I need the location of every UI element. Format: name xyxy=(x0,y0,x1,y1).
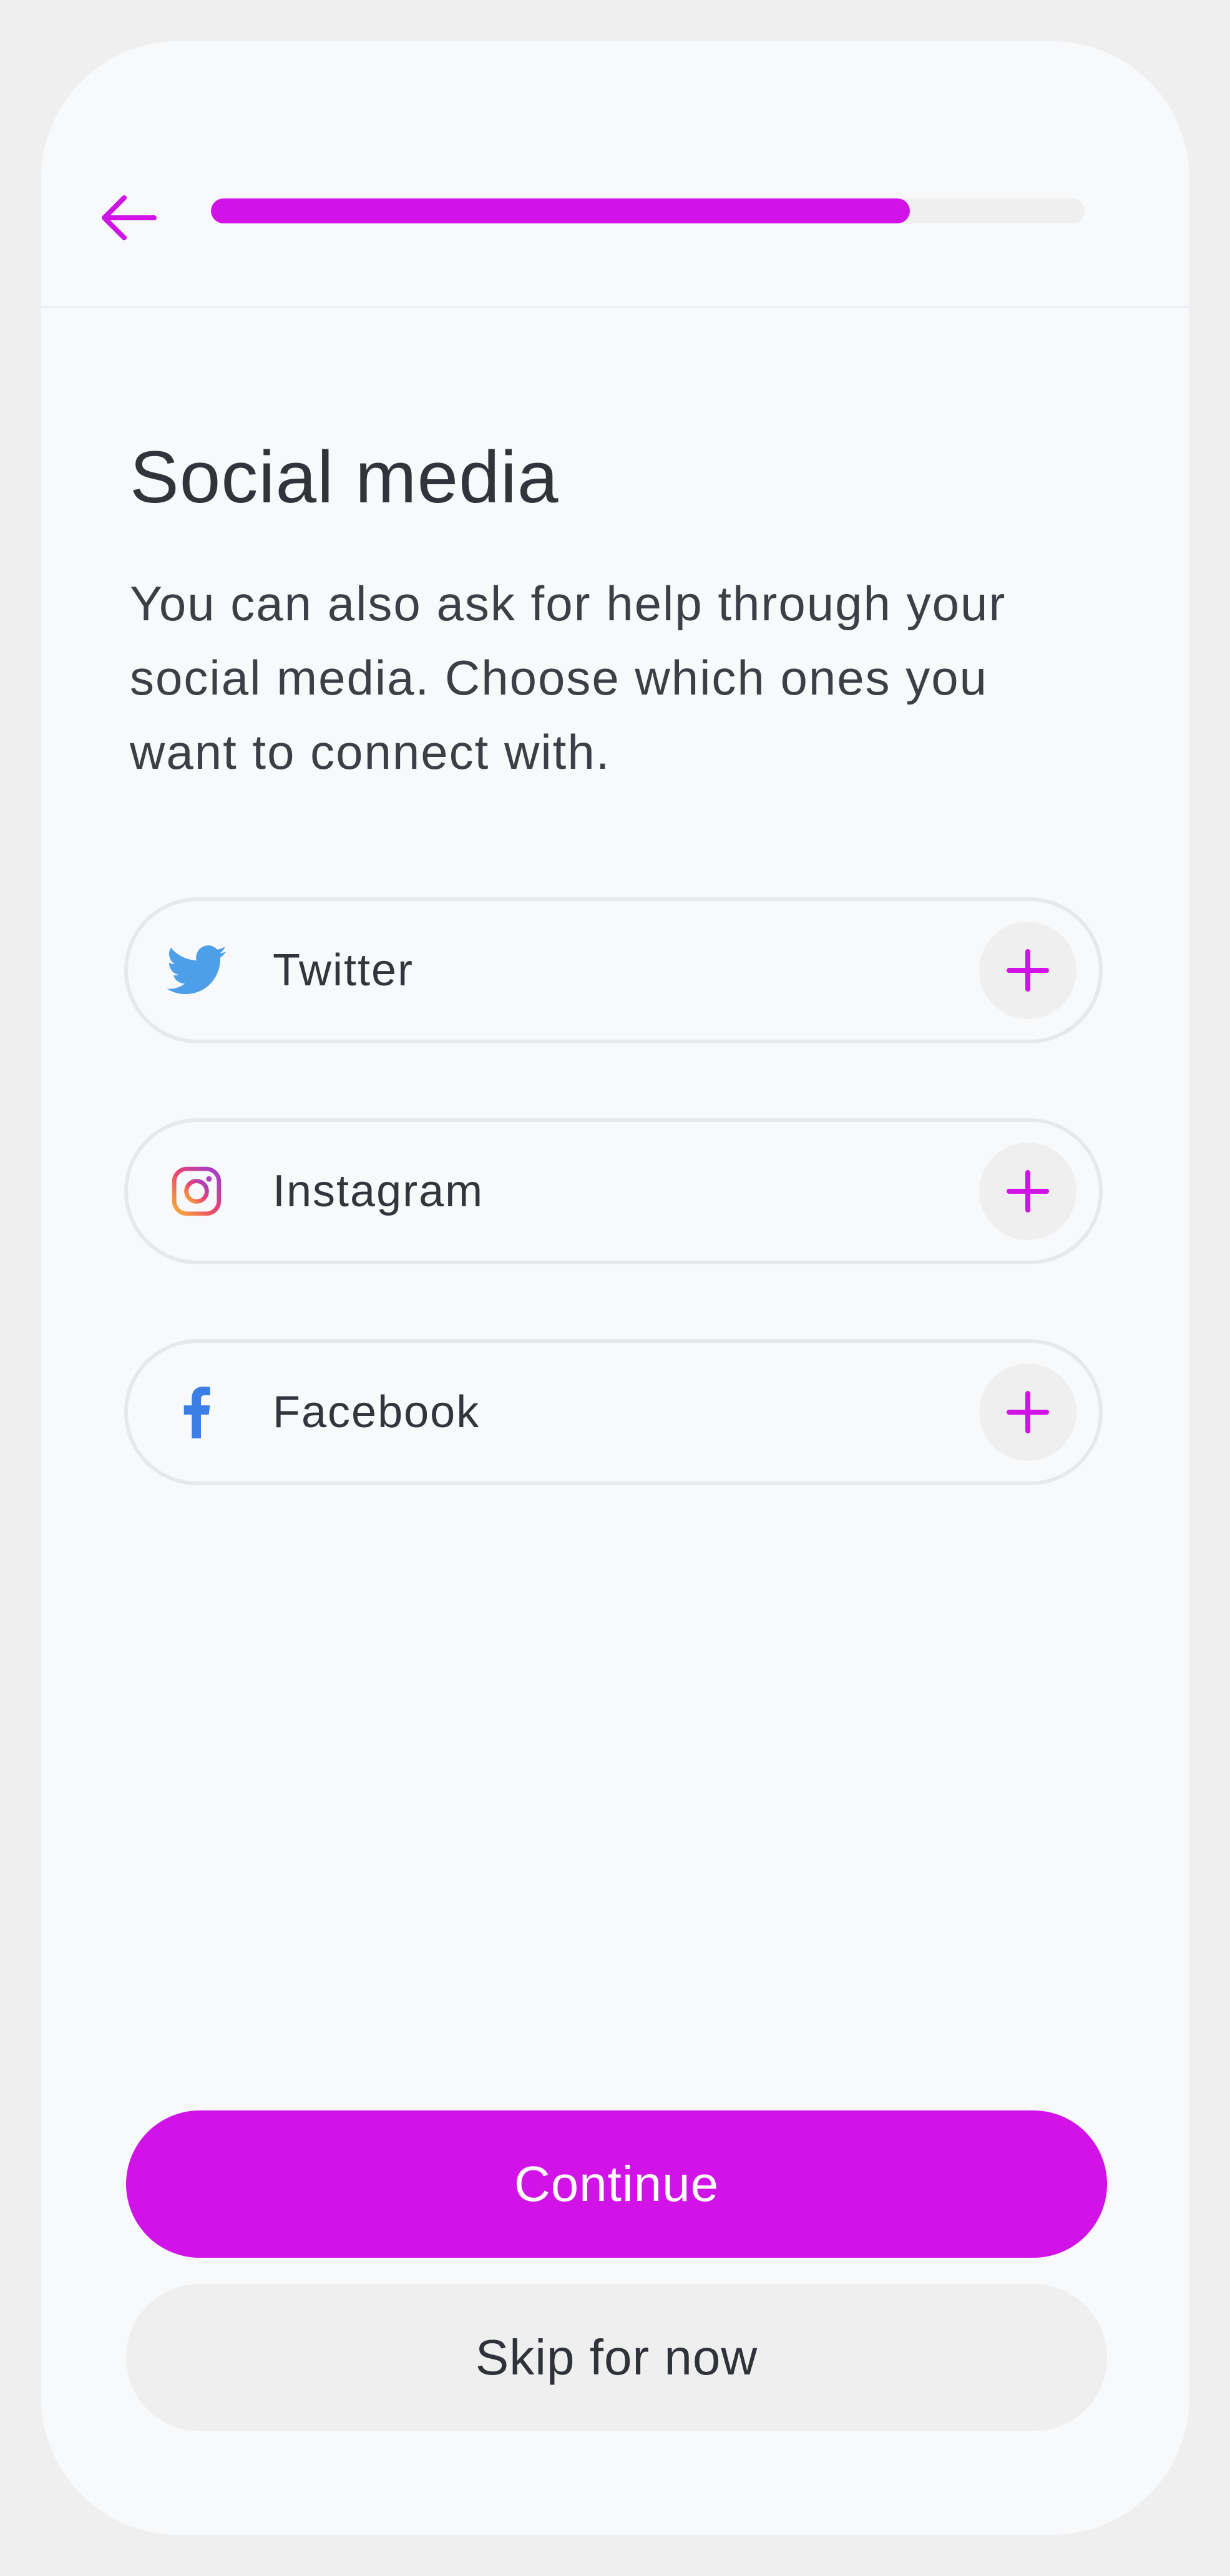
twitter-icon xyxy=(165,939,228,1002)
progress-bar xyxy=(211,198,1085,223)
continue-button[interactable]: Continue xyxy=(126,2110,1107,2258)
plus-icon xyxy=(1007,1391,1049,1433)
add-twitter-button[interactable] xyxy=(979,922,1076,1019)
phone-screen: Social media You can also ask for help t… xyxy=(41,41,1189,2535)
facebook-icon xyxy=(165,1381,228,1443)
top-bar xyxy=(41,41,1189,308)
instagram-icon xyxy=(165,1160,228,1222)
social-label-facebook: Facebook xyxy=(273,1387,481,1437)
add-facebook-button[interactable] xyxy=(979,1364,1076,1461)
add-instagram-button[interactable] xyxy=(979,1143,1076,1240)
arrow-left-icon xyxy=(102,195,157,240)
social-item-twitter[interactable]: Twitter xyxy=(124,897,1103,1043)
social-item-instagram[interactable]: Instagram xyxy=(124,1118,1103,1264)
social-label-twitter: Twitter xyxy=(273,945,414,995)
plus-icon xyxy=(1007,1170,1049,1212)
social-item-facebook[interactable]: Facebook xyxy=(124,1339,1103,1485)
page-title: Social media xyxy=(130,436,559,519)
social-label-instagram: Instagram xyxy=(273,1166,484,1216)
page-description: You can also ask for help through your s… xyxy=(130,576,1007,779)
skip-button[interactable]: Skip for now xyxy=(126,2284,1107,2431)
plus-icon xyxy=(1007,949,1049,992)
back-button[interactable] xyxy=(94,183,162,252)
progress-bar-fill xyxy=(211,198,910,223)
